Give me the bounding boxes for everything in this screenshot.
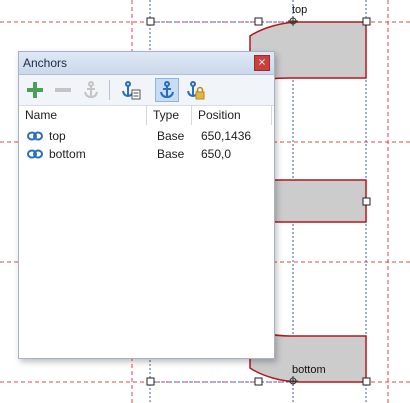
add-anchor-button[interactable] <box>23 78 47 102</box>
show-anchors-button[interactable] <box>155 78 179 102</box>
anchor-position-cell: 650,1436 <box>201 129 252 143</box>
anchor-position-cell: 650,0 <box>201 147 232 161</box>
lock-anchors-button[interactable] <box>183 78 207 102</box>
anchor-properties-button[interactable] <box>119 78 143 102</box>
anchor-lock-icon <box>187 81 205 100</box>
anchor-name-cell: bottom <box>49 147 86 161</box>
panel-title: Anchors <box>23 56 68 70</box>
column-header-type[interactable]: Type <box>147 105 192 125</box>
table-row[interactable]: bottom Base 650,0 <box>19 145 272 163</box>
table-row[interactable]: top Base 650,1436 <box>19 127 272 145</box>
anchor-top-label: top <box>292 4 308 16</box>
anchor-link-icon <box>27 149 43 159</box>
anchor-name-cell: top <box>49 129 66 143</box>
column-header-name[interactable]: Name <box>19 105 147 125</box>
anchor-link-icon <box>27 131 43 141</box>
anchor-bottom-label: bottom <box>292 364 326 376</box>
anchor-list-icon <box>122 81 141 100</box>
anchors-table: Name Type Position top Base 650,1436 bot… <box>19 105 274 358</box>
anchors-toolbar <box>19 75 274 106</box>
plus-icon <box>27 82 43 98</box>
minus-icon <box>55 88 71 92</box>
anchor-tool-button[interactable] <box>79 78 103 102</box>
toolbar-separator <box>109 80 110 100</box>
anchor-type-cell: Base <box>157 147 185 161</box>
anchor-icon <box>160 81 174 99</box>
panel-titlebar[interactable]: Anchors × <box>19 52 274 75</box>
anchor-icon <box>84 81 98 99</box>
column-header-position[interactable]: Position <box>192 105 272 125</box>
anchors-panel: Anchors × Name Type Position top Base 65… <box>18 51 275 359</box>
remove-anchor-button[interactable] <box>51 78 75 102</box>
anchor-type-cell: Base <box>157 129 185 143</box>
close-button[interactable]: × <box>254 55 270 71</box>
